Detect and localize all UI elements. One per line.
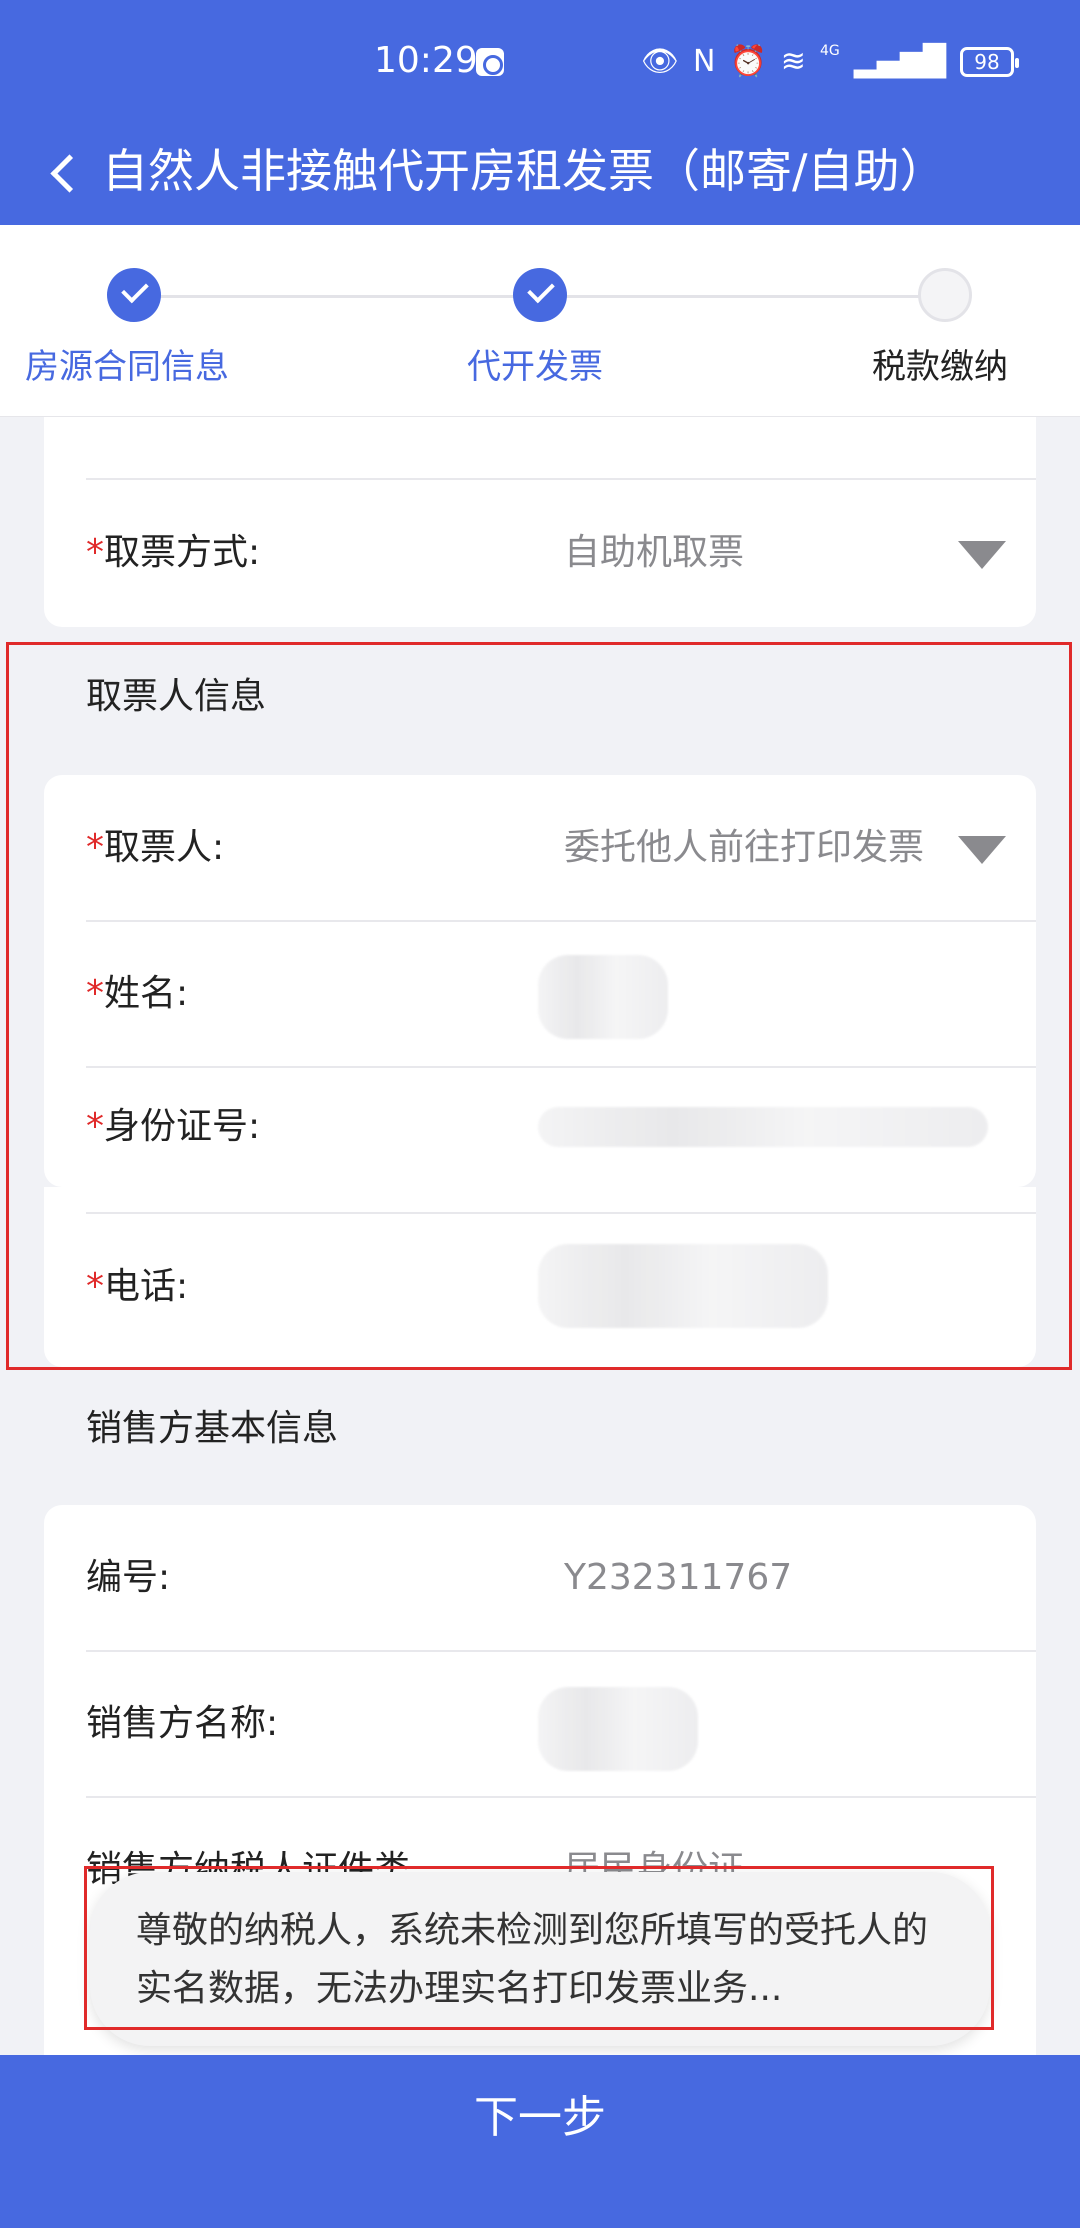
alarm-icon: ⏰ <box>729 44 767 79</box>
battery-icon: 98 <box>960 47 1019 77</box>
page: 10:29 👁 N ⏰ ≋ 4G ▂▄▆█ 98 自然人非接触代开房租发票（邮寄… <box>0 0 1080 2228</box>
ticket-method-row[interactable]: *取票方式: 自助机取票 <box>86 480 1036 626</box>
ticket-method-label: *取票方式: <box>86 480 260 626</box>
seller-number-row: 编号: Y232311767 <box>86 1505 1036 1651</box>
back-button[interactable] <box>40 136 90 206</box>
toast-highlight-box <box>84 1866 994 2030</box>
seller-name-label: 销售方名称: <box>86 1703 279 1744</box>
recipient-highlight-box <box>6 642 1072 1370</box>
seller-number-value: Y232311767 <box>564 1557 793 1598</box>
status-time: 10:29 <box>374 40 478 81</box>
status-icons: 👁 N ⏰ ≋ 4G ▂▄▆█ 98 <box>640 43 1019 80</box>
nfc-icon: N <box>692 44 716 79</box>
step-connector <box>134 295 540 298</box>
step-2-check-icon <box>513 268 567 322</box>
signal-icon: ▂▄▆█ <box>853 44 946 79</box>
next-step-button[interactable]: 下一步 <box>0 2055 1080 2228</box>
seller-number-label: 编号: <box>86 1557 171 1598</box>
step-3-pending-icon <box>918 268 972 322</box>
wifi-icon: ≋ <box>780 44 806 79</box>
ticket-method-label-text: 取票方式: <box>104 532 261 573</box>
step-3-label: 税款缴纳 <box>872 347 1008 387</box>
ticket-method-select[interactable]: 自助机取票 <box>564 480 744 626</box>
header: 10:29 👁 N ⏰ ≋ 4G ▂▄▆█ 98 自然人非接触代开房租发票（邮寄… <box>0 0 1080 225</box>
eye-icon: 👁 <box>640 44 679 79</box>
step-2-label[interactable]: 代开发票 <box>467 342 603 392</box>
seller-name-redacted <box>538 1687 698 1771</box>
app-notification-icon <box>476 48 504 76</box>
seller-name-row: 销售方名称: <box>86 1651 1036 1797</box>
step-connector <box>540 295 946 298</box>
step-1-check-icon <box>107 268 161 322</box>
page-title: 自然人非接触代开房租发票（邮寄/自助） <box>102 144 946 198</box>
nav-bar: 自然人非接触代开房租发票（邮寄/自助） <box>0 126 1080 225</box>
required-mark: * <box>86 532 104 573</box>
battery-level: 98 <box>974 50 1000 74</box>
network-type: 4G <box>819 43 840 59</box>
dropdown-arrow-icon[interactable] <box>958 541 1006 569</box>
status-bar: 10:29 👁 N ⏰ ≋ 4G ▂▄▆█ 98 <box>0 0 1080 126</box>
form-content[interactable]: *取票方式: 自助机取票 取票人信息 *取票人: 委托他人前往打印发票 *姓名:… <box>0 417 1080 2055</box>
step-1-label[interactable]: 房源合同信息 <box>25 342 229 392</box>
invoice-method-card: *取票方式: 自助机取票 <box>44 417 1036 627</box>
seller-section-title: 销售方基本信息 <box>86 1408 339 1449</box>
